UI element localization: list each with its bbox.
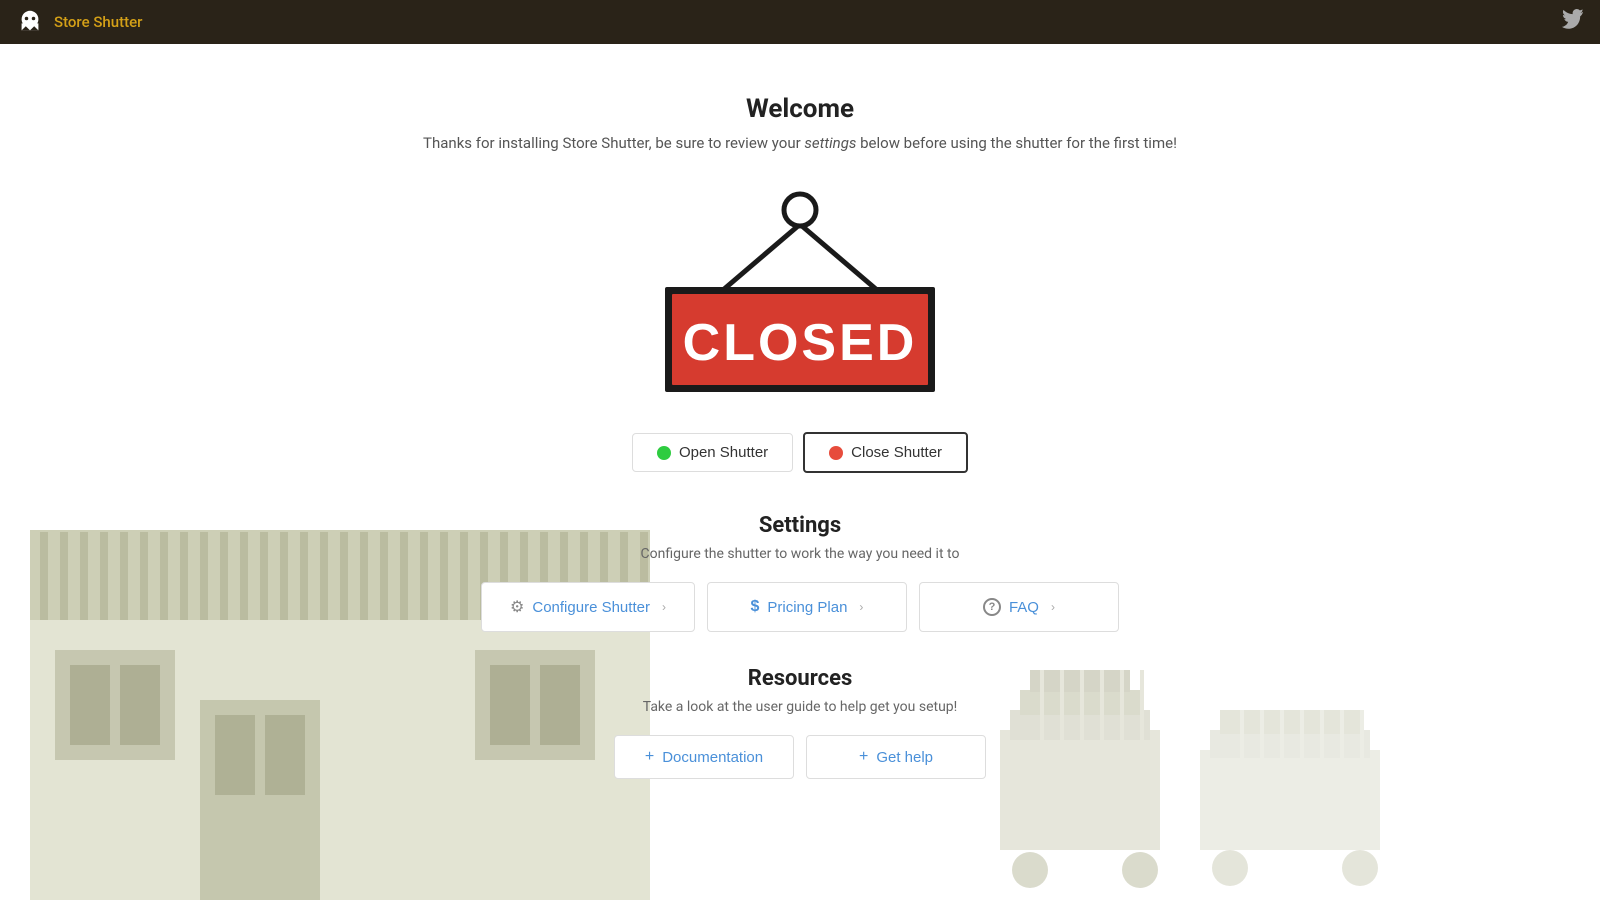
shutter-controls: Open Shutter Close Shutter: [632, 432, 968, 473]
page-content: Welcome Thanks for installing Store Shut…: [0, 94, 1600, 779]
configure-shutter-label: Configure Shutter: [532, 599, 650, 616]
settings-subtitle: Configure the shutter to work the way yo…: [481, 546, 1119, 562]
close-shutter-label: Close Shutter: [851, 444, 942, 461]
resources-subtitle: Take a look at the user guide to help ge…: [614, 699, 986, 715]
configure-shutter-button[interactable]: ⚙ Configure Shutter ›: [481, 582, 695, 632]
get-help-label: Get help: [876, 749, 933, 766]
close-status-dot: [829, 446, 843, 460]
close-shutter-button[interactable]: Close Shutter: [803, 432, 968, 473]
svg-text:CLOSED: CLOSED: [683, 314, 918, 372]
resources-buttons-group: + Documentation + Get help: [614, 735, 986, 779]
twitter-icon[interactable]: [1562, 9, 1584, 36]
open-shutter-label: Open Shutter: [679, 444, 768, 461]
faq-chevron-icon: ›: [1051, 600, 1055, 614]
welcome-subtitle: Thanks for installing Store Shutter, be …: [423, 134, 1177, 152]
pricing-plan-label: Pricing Plan: [767, 599, 847, 616]
documentation-button[interactable]: + Documentation: [614, 735, 794, 779]
open-shutter-button[interactable]: Open Shutter: [632, 433, 793, 472]
gear-icon: ⚙: [510, 597, 524, 617]
app-title: Store Shutter: [54, 13, 142, 31]
pricing-chevron-icon: ›: [859, 600, 863, 614]
open-status-dot: [657, 446, 671, 460]
welcome-text-before: Thanks for installing Store Shutter, be …: [423, 134, 804, 152]
documentation-label: Documentation: [662, 749, 763, 766]
get-help-button[interactable]: + Get help: [806, 735, 986, 779]
welcome-text-italic: settings: [804, 134, 856, 152]
settings-buttons-group: ⚙ Configure Shutter › $ Pricing Plan › ?…: [481, 582, 1119, 632]
configure-chevron-icon: ›: [662, 600, 666, 614]
documentation-plus-icon: +: [645, 748, 654, 766]
faq-button[interactable]: ? FAQ ›: [919, 582, 1119, 632]
sign-hanger: CLOSED: [655, 182, 945, 402]
app-logo-icon: [16, 8, 44, 36]
settings-title: Settings: [481, 513, 1119, 538]
resources-title: Resources: [614, 666, 986, 691]
question-icon: ?: [983, 598, 1001, 616]
app-header: Store Shutter: [0, 0, 1600, 44]
resources-section: Resources Take a look at the user guide …: [614, 666, 986, 779]
get-help-plus-icon: +: [859, 748, 868, 766]
closed-sign-container: CLOSED: [655, 182, 945, 402]
welcome-title: Welcome: [746, 94, 854, 124]
pricing-plan-button[interactable]: $ Pricing Plan ›: [707, 582, 907, 632]
header-left: Store Shutter: [16, 8, 142, 36]
main-content: Welcome Thanks for installing Store Shut…: [0, 44, 1600, 900]
dollar-icon: $: [750, 598, 759, 616]
settings-section: Settings Configure the shutter to work t…: [481, 513, 1119, 632]
welcome-text-after: below before using the shutter for the f…: [856, 134, 1177, 152]
sign-svg: CLOSED: [655, 182, 945, 402]
faq-label: FAQ: [1009, 599, 1039, 616]
